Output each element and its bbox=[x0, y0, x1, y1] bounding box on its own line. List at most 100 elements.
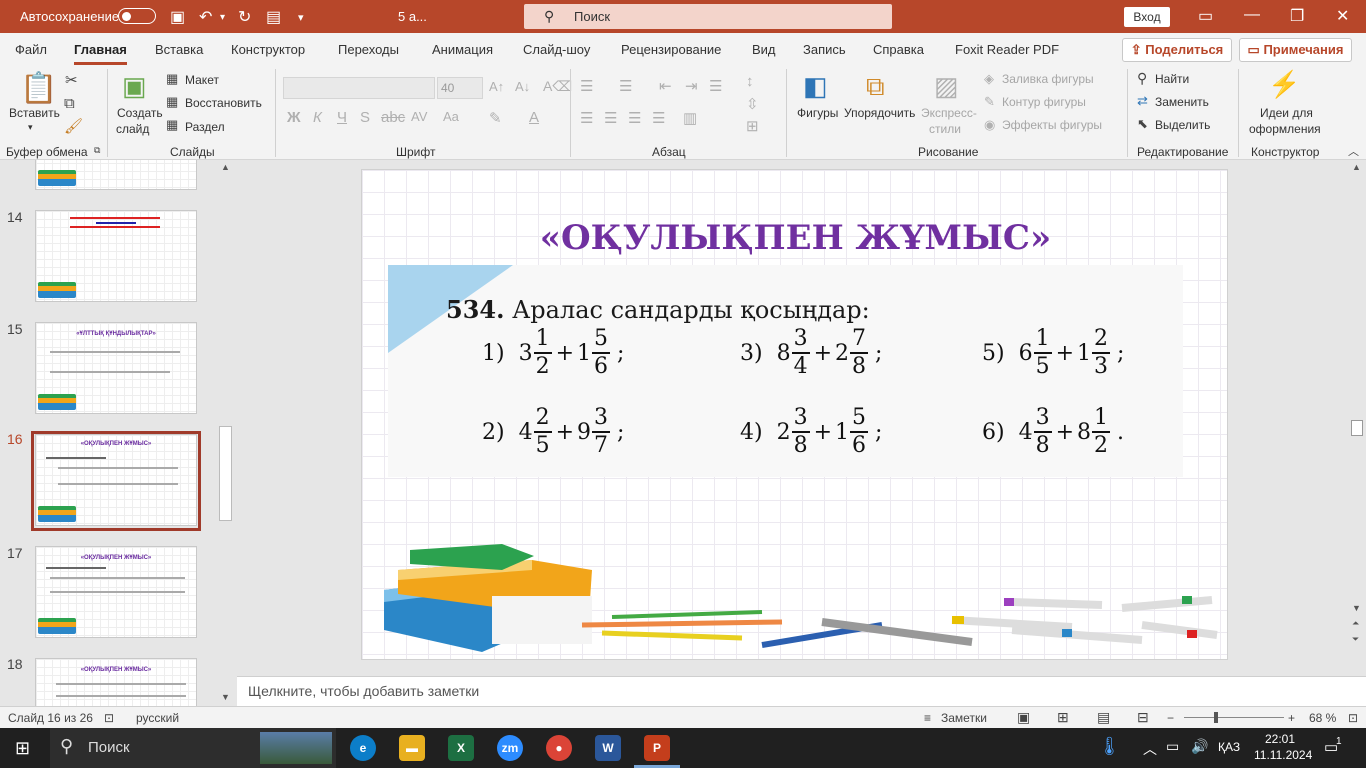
normal-view-icon[interactable]: ▣ bbox=[1017, 709, 1030, 726]
text-direction-icon[interactable]: ↕ bbox=[746, 73, 754, 90]
section-button[interactable]: Раздел bbox=[185, 120, 225, 134]
tab-help[interactable]: Справка bbox=[873, 42, 924, 57]
paste-label[interactable]: Вставить bbox=[9, 106, 60, 120]
spellcheck-icon[interactable]: ⊡ bbox=[104, 711, 114, 725]
shadow-icon[interactable]: S bbox=[360, 109, 370, 126]
slide-thumbnail[interactable]: «ОҚУЛЫҚПЕН ЖҰМЫС» bbox=[35, 658, 197, 706]
smartart-icon[interactable]: ⊞ bbox=[746, 117, 759, 135]
align-center-icon[interactable]: ☰ bbox=[604, 109, 617, 127]
columns-icon[interactable]: ▥ bbox=[683, 109, 697, 127]
document-filename[interactable]: 5 а... bbox=[398, 9, 427, 24]
clipboard-launcher-icon[interactable]: ⧉ bbox=[94, 145, 100, 156]
zoom-app-icon[interactable]: zm bbox=[497, 735, 523, 761]
bullets-icon[interactable]: ☰ bbox=[580, 77, 593, 95]
edge-icon[interactable]: e bbox=[350, 735, 376, 761]
shapes-button[interactable]: Фигуры bbox=[797, 106, 838, 120]
slide-thumbnail[interactable]: «ҰЛТТЫҚ ҚҰНДЫЛЫҚТАР» bbox=[35, 322, 197, 414]
new-slide-label-2[interactable]: слайд bbox=[116, 122, 149, 136]
powerpoint-icon[interactable]: P bbox=[644, 735, 670, 761]
designer-label-2[interactable]: оформления bbox=[1249, 122, 1321, 136]
restore-icon[interactable]: ❐ bbox=[1290, 6, 1304, 26]
excel-icon[interactable]: X bbox=[448, 735, 474, 761]
undo-icon[interactable]: ↶ bbox=[199, 7, 212, 27]
quick-styles-label-2[interactable]: стили bbox=[929, 122, 961, 136]
zoom-level[interactable]: 68 % bbox=[1309, 711, 1336, 725]
notes-toggle[interactable]: Заметки bbox=[941, 711, 987, 725]
scrollbar-thumb[interactable] bbox=[219, 426, 232, 521]
cut-icon[interactable]: ✂ bbox=[65, 71, 78, 89]
bold-icon[interactable]: Ж bbox=[287, 109, 301, 126]
volume-icon[interactable]: 🔊 bbox=[1191, 738, 1208, 755]
shape-effects-button[interactable]: Эффекты фигуры bbox=[1002, 118, 1102, 132]
quick-styles-button[interactable]: Экспресс- bbox=[921, 106, 977, 120]
format-painter-icon[interactable]: 🖌 bbox=[64, 117, 83, 135]
clear-format-icon[interactable]: A⌫ bbox=[543, 78, 572, 95]
file-explorer-icon[interactable]: ▬ bbox=[399, 735, 425, 761]
strikethrough-icon[interactable]: abc bbox=[381, 109, 405, 126]
new-slide-icon[interactable]: ▣ bbox=[122, 71, 147, 102]
reading-view-icon[interactable]: ▤ bbox=[1097, 709, 1110, 726]
start-slideshow-icon[interactable]: ▤ bbox=[266, 7, 281, 27]
slideshow-view-icon[interactable]: ⊟ bbox=[1137, 709, 1149, 726]
slide-sorter-icon[interactable]: ⊞ bbox=[1057, 709, 1069, 726]
tab-insert[interactable]: Вставка bbox=[155, 42, 203, 57]
windows-start-icon[interactable]: ⊞ bbox=[15, 738, 30, 759]
justify-icon[interactable]: ☰ bbox=[652, 109, 665, 127]
undo-dropdown-icon[interactable]: ▾ bbox=[220, 12, 225, 23]
comments-button[interactable]: ▭ Примечания bbox=[1239, 38, 1352, 62]
hidden-icons-icon[interactable]: ︿ bbox=[1143, 739, 1157, 759]
tab-review[interactable]: Рецензирование bbox=[621, 42, 721, 57]
underline-icon[interactable]: Ч bbox=[337, 109, 347, 126]
font-name-input[interactable] bbox=[283, 77, 435, 99]
shapes-icon[interactable]: ◧ bbox=[803, 71, 828, 102]
scroll-up-icon[interactable]: ▲ bbox=[1352, 162, 1361, 172]
slide-thumbnail[interactable] bbox=[35, 160, 197, 190]
tab-file[interactable]: Файл bbox=[15, 42, 47, 57]
taskbar-search[interactable]: ⚲ Поиск bbox=[50, 728, 336, 768]
collapse-ribbon-icon[interactable]: ︿ bbox=[1348, 143, 1359, 159]
tab-view[interactable]: Вид bbox=[752, 42, 776, 57]
tab-foxit[interactable]: Foxit Reader PDF bbox=[955, 42, 1059, 57]
signin-button[interactable]: Вход bbox=[1124, 7, 1170, 27]
italic-icon[interactable]: К bbox=[313, 109, 322, 126]
scroll-down-icon[interactable]: ▼ bbox=[1352, 603, 1361, 613]
clock-time[interactable]: 22:01 bbox=[1265, 732, 1295, 746]
edit-area-scrollbar[interactable]: ▲ ▼ ⏶ ⏷ bbox=[1348, 160, 1366, 676]
line-spacing-icon[interactable]: ☰ bbox=[709, 77, 722, 95]
zoom-in-icon[interactable]: + bbox=[1288, 711, 1295, 725]
designer-button[interactable]: Идеи для bbox=[1260, 106, 1313, 120]
shape-outline-button[interactable]: Контур фигуры bbox=[1002, 95, 1086, 109]
tab-animations[interactable]: Анимация bbox=[432, 42, 493, 57]
close-icon[interactable]: ✕ bbox=[1336, 6, 1349, 26]
reset-button[interactable]: Восстановить bbox=[185, 96, 262, 110]
weather-icon[interactable]: 🌡 bbox=[1098, 736, 1121, 757]
search-box[interactable]: ⚲ Поиск bbox=[524, 4, 892, 29]
tab-record[interactable]: Запись bbox=[803, 42, 846, 57]
chrome-icon[interactable]: ● bbox=[546, 735, 572, 761]
shape-fill-button[interactable]: Заливка фигуры bbox=[1002, 72, 1094, 86]
layout-button[interactable]: Макет bbox=[185, 73, 219, 87]
find-button[interactable]: Найти bbox=[1155, 72, 1189, 86]
change-case-icon[interactable]: Aa bbox=[443, 109, 459, 124]
zoom-slider-thumb[interactable] bbox=[1214, 712, 1218, 723]
increase-indent-icon[interactable]: ⇥ bbox=[685, 77, 698, 95]
language-indicator[interactable]: русский bbox=[136, 711, 179, 725]
decrease-font-icon[interactable]: A↓ bbox=[515, 79, 530, 94]
tab-transitions[interactable]: Переходы bbox=[338, 42, 399, 57]
save-icon[interactable]: ▣ bbox=[170, 7, 185, 27]
customize-toolbar-icon[interactable]: ▾ bbox=[298, 11, 304, 24]
input-language[interactable]: ҚАЗ bbox=[1218, 740, 1240, 754]
previous-slide-icon[interactable]: ⏶ bbox=[1352, 618, 1359, 629]
font-size-input[interactable]: 40 bbox=[437, 77, 483, 99]
zoom-slider[interactable] bbox=[1184, 717, 1284, 718]
slide-thumbnail[interactable] bbox=[35, 210, 197, 302]
numbering-icon[interactable]: ☰ bbox=[619, 77, 632, 95]
font-color-icon[interactable]: A bbox=[529, 109, 539, 126]
copy-icon[interactable]: ⧉ bbox=[64, 95, 75, 112]
align-right-icon[interactable]: ☰ bbox=[628, 109, 641, 127]
scrollbar-thumb[interactable] bbox=[1351, 420, 1363, 436]
fit-slide-icon[interactable]: ⊡ bbox=[1348, 711, 1358, 725]
next-slide-icon[interactable]: ⏷ bbox=[1352, 634, 1359, 645]
minimize-icon[interactable]: — bbox=[1244, 6, 1260, 24]
autosave-toggle[interactable] bbox=[118, 8, 156, 24]
